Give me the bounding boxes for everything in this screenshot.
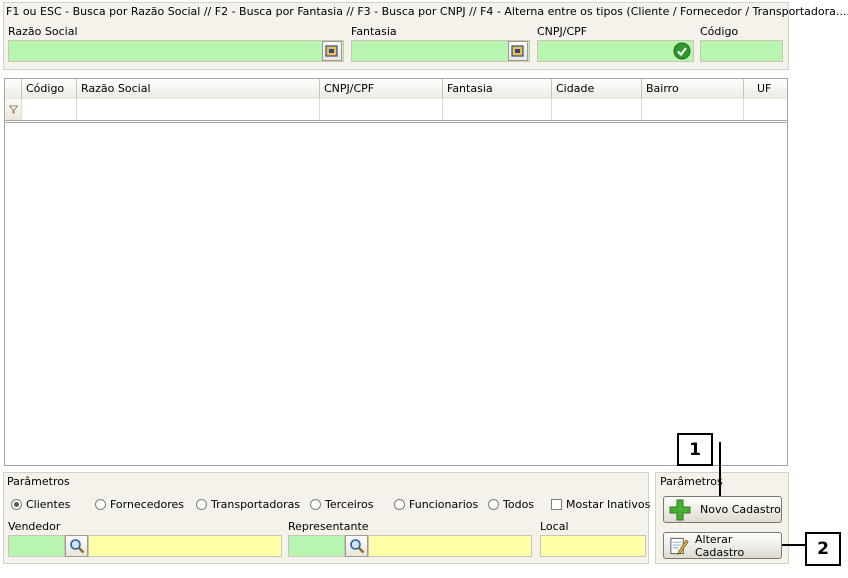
radio-dot[interactable]: [488, 499, 499, 510]
grid-header: Código Razão Social CNPJ/CPF Fantasia Ci…: [5, 79, 787, 100]
filter-codigo[interactable]: [22, 99, 77, 120]
edit-note-icon: [670, 537, 689, 555]
col-bairro[interactable]: Bairro: [642, 79, 744, 99]
grid-select-icon: [325, 45, 338, 57]
fantasia-label: Fantasia: [351, 25, 397, 38]
codigo-input[interactable]: [700, 40, 783, 62]
razao-social-search-button[interactable]: [322, 41, 342, 61]
col-uf[interactable]: UF: [744, 79, 787, 99]
local-label: Local: [540, 520, 569, 533]
col-fantasia[interactable]: Fantasia: [443, 79, 552, 99]
razao-social-label: Razão Social: [8, 25, 78, 38]
vendedor-label: Vendedor: [8, 520, 61, 533]
fantasia-input[interactable]: [351, 40, 530, 62]
search-hint: F1 ou ESC - Busca por Razão Social // F2…: [6, 5, 848, 18]
plus-icon: [669, 499, 691, 520]
col-cnpj[interactable]: CNPJ/CPF: [320, 79, 443, 99]
representante-name-input[interactable]: [368, 535, 532, 557]
representante-search-button[interactable]: [345, 535, 368, 557]
callout-1: 1: [677, 433, 713, 466]
radio-clientes[interactable]: Clientes: [11, 498, 70, 511]
filter-icon: [8, 105, 18, 114]
radio-transportadoras[interactable]: Transportadoras: [196, 498, 300, 511]
cnpj-validate-button[interactable]: [672, 41, 692, 61]
parameters-title: Parâmetros: [7, 475, 70, 488]
alterar-cadastro-button[interactable]: Alterar Cadastro: [663, 532, 782, 559]
vendedor-code-input[interactable]: [8, 535, 65, 557]
representante-label: Representante: [288, 520, 369, 533]
radio-dot[interactable]: [11, 499, 22, 510]
magnifier-icon: [349, 539, 364, 554]
filter-cnpj[interactable]: [320, 99, 443, 120]
fantasia-search-button[interactable]: [508, 41, 528, 61]
filter-row[interactable]: [5, 99, 787, 123]
filter-razao-social[interactable]: [77, 99, 320, 120]
callout-2-line: [782, 544, 805, 546]
filter-fantasia[interactable]: [443, 99, 552, 120]
filter-bairro[interactable]: [642, 99, 744, 120]
razao-social-input[interactable]: [8, 40, 344, 62]
representante-code-input[interactable]: [288, 535, 345, 557]
checkbox-box[interactable]: [551, 499, 562, 510]
vendedor-name-input[interactable]: [88, 535, 282, 557]
callout-2: 2: [805, 532, 841, 566]
cnpj-label: CNPJ/CPF: [537, 25, 588, 38]
callout-1-line: [719, 442, 721, 496]
filter-uf[interactable]: [744, 99, 787, 120]
mostrar-inativos-checkbox[interactable]: Mostar Inativos: [551, 498, 650, 511]
radio-terceiros[interactable]: Terceiros: [310, 498, 374, 511]
radio-dot[interactable]: [310, 499, 321, 510]
cnpj-input[interactable]: [537, 40, 694, 62]
grid-select-icon: [511, 45, 524, 57]
col-codigo[interactable]: Código: [22, 79, 77, 99]
filter-indicator: [5, 99, 22, 120]
radio-dot[interactable]: [95, 499, 106, 510]
radio-funcionarios[interactable]: Funcionarios: [394, 498, 478, 511]
local-input[interactable]: [540, 535, 646, 557]
radio-dot[interactable]: [196, 499, 207, 510]
results-grid[interactable]: Código Razão Social CNPJ/CPF Fantasia Ci…: [4, 78, 788, 466]
grid-indicator-header: [5, 79, 22, 99]
filter-cidade[interactable]: [552, 99, 642, 120]
novo-cadastro-button[interactable]: Novo Cadastro: [663, 496, 782, 523]
radio-fornecedores[interactable]: Fornecedores: [95, 498, 184, 511]
vendedor-search-button[interactable]: [65, 535, 88, 557]
actions-title: Parâmetros: [660, 475, 723, 488]
radio-todos[interactable]: Todos: [488, 498, 534, 511]
radio-dot[interactable]: [394, 499, 405, 510]
check-icon: [673, 42, 691, 60]
magnifier-icon: [69, 539, 84, 554]
codigo-label: Código: [700, 25, 739, 38]
col-cidade[interactable]: Cidade: [552, 79, 642, 99]
col-razao-social[interactable]: Razão Social: [77, 79, 320, 99]
